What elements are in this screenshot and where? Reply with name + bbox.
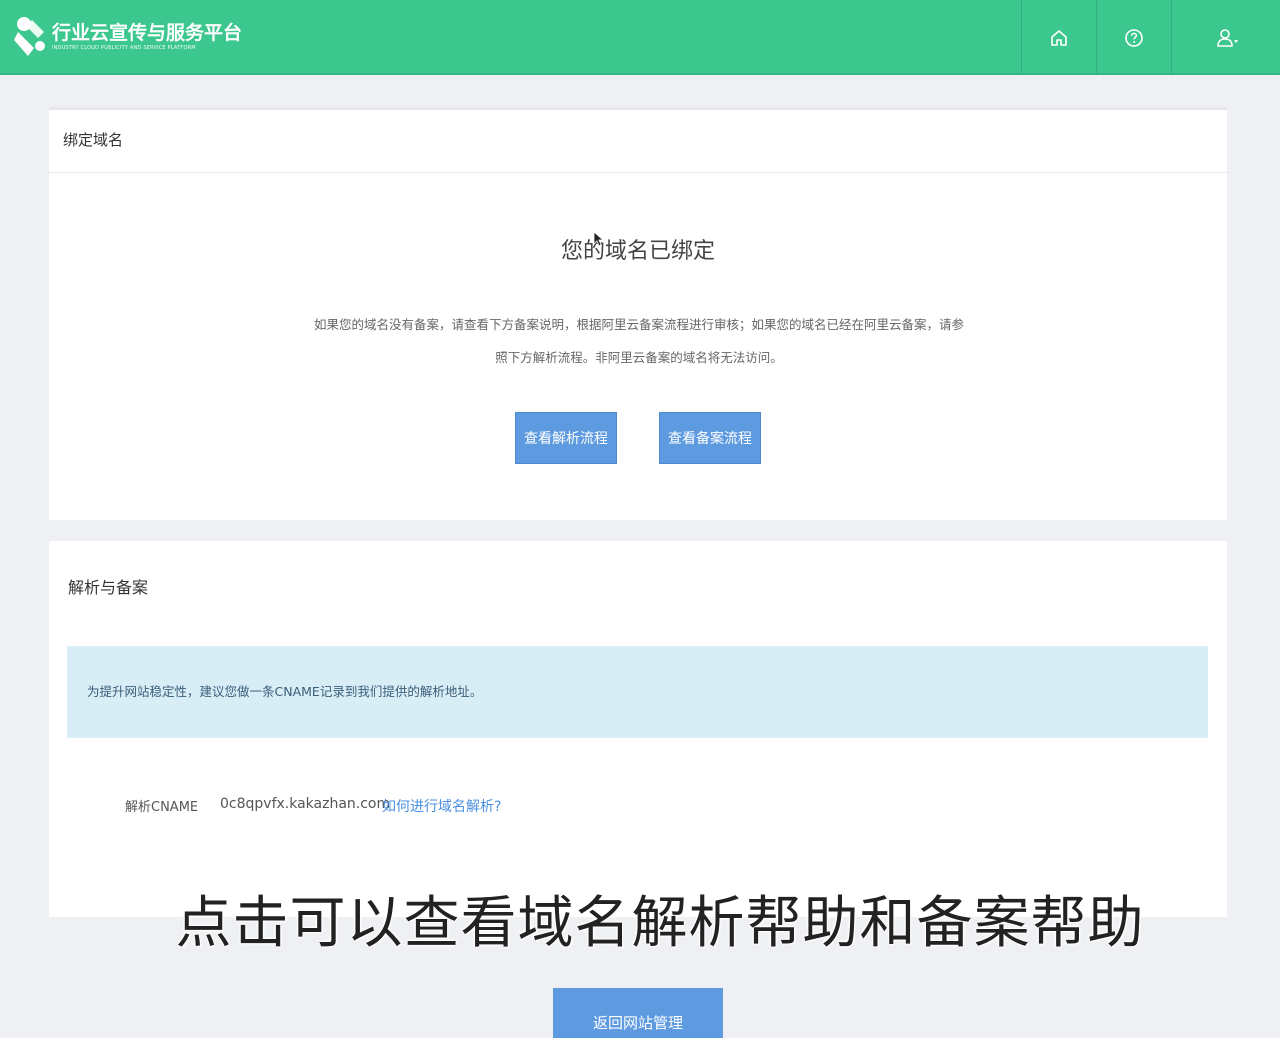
nav-help-button[interactable]	[1096, 0, 1171, 75]
domain-bound-heading: 您的域名已绑定	[560, 239, 715, 264]
view-resolve-process-button[interactable]: 查看解析流程	[515, 412, 617, 464]
domain-bound-description: 如果您的域名没有备案，请查看下方备案说明，根据阿里云备案流程进行审核；如果您的域…	[313, 317, 964, 365]
resolve-record-panel-title: 解析与备案	[68, 578, 149, 597]
nav-home-button[interactable]	[1021, 0, 1096, 75]
back-to-site-management-button[interactable]: 返回网站管理	[553, 988, 723, 1038]
cname-notice: 为提升网站稳定性，建议您做一条CNAME记录到我们提供的解析地址。	[67, 646, 1208, 738]
user-icon	[1216, 28, 1238, 47]
logo-mark-icon	[14, 17, 45, 56]
nav-user-menu[interactable]	[1171, 0, 1280, 75]
help-icon	[1125, 28, 1143, 47]
logo-title: 行业云宣传与服务平台	[52, 22, 243, 44]
view-record-process-button[interactable]: 查看备案流程	[659, 412, 761, 464]
resolve-record-panel: 解析与备案 为提升网站稳定性，建议您做一条CNAME记录到我们提供的解析地址。 …	[49, 541, 1227, 917]
bind-domain-panel: 绑定域名 您的域名已绑定 如果您的域名没有备案，请查看下方备案说明，根据阿里云备…	[49, 107, 1227, 520]
platform-logo[interactable]: 行业云宣传与服务平台 INDUSTRY CLOUD PUBLICITY AND …	[12, 12, 242, 62]
home-icon	[1051, 29, 1067, 46]
top-navigation-bar: 行业云宣传与服务平台 INDUSTRY CLOUD PUBLICITY AND …	[0, 0, 1280, 75]
logo-subtitle: INDUSTRY CLOUD PUBLICITY AND SERVICE PLA…	[52, 45, 196, 51]
domain-resolve-help-link[interactable]: 如何进行域名解析?	[382, 796, 501, 816]
cname-value: 0c8qpvfx.kakazhan.com	[220, 796, 391, 812]
bind-domain-panel-title: 绑定域名	[49, 110, 1227, 173]
mouse-cursor-icon	[593, 231, 603, 247]
video-subtitle: 点击可以查看域名解析帮助和备案帮助	[175, 891, 1145, 956]
